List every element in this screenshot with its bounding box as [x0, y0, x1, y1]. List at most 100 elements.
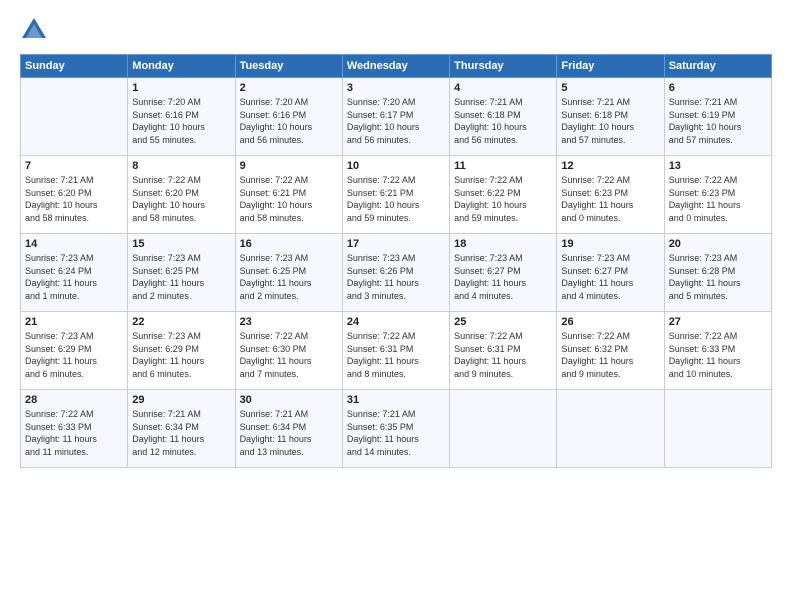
column-header-saturday: Saturday: [664, 55, 771, 78]
calendar-cell: 5Sunrise: 7:21 AM Sunset: 6:18 PM Daylig…: [557, 78, 664, 156]
day-info: Sunrise: 7:22 AM Sunset: 6:33 PM Dayligh…: [669, 330, 767, 380]
day-number: 27: [669, 316, 767, 328]
calendar-cell: 20 Sunrise: 7:23 AM Sunset: 6:28 PM Dayli…: [664, 234, 771, 312]
day-info: Sunrise: 7:23 AM Sunset: 6:29 PM Dayligh…: [25, 330, 123, 380]
day-number: 20: [669, 238, 767, 250]
day-info: Sunrise: 7:23 AM Sunset: 6:25 PM Dayligh…: [132, 252, 230, 302]
calendar-cell: 28 Sunrise: 7:22 AM Sunset: 6:33 PM Dayli…: [21, 390, 128, 468]
calendar-cell: 26 Sunrise: 7:22 AM Sunset: 6:32 PM Dayli…: [557, 312, 664, 390]
calendar-cell: [450, 390, 557, 468]
day-info: Sunrise: 7:21 AM Sunset: 6:34 PM Dayligh…: [240, 408, 338, 458]
day-number: 18: [454, 238, 552, 250]
day-info: Sunrise: 7:20 AM Sunset: 6:17 PM Dayligh…: [347, 96, 445, 146]
day-info: Sunrise: 7:21 AM Sunset: 6:35 PM Dayligh…: [347, 408, 445, 458]
calendar-cell: 9 Sunrise: 7:22 AM Sunset: 6:21 PM Daylig…: [235, 156, 342, 234]
calendar-cell: 30Sunrise: 7:21 AM Sunset: 6:34 PM Dayli…: [235, 390, 342, 468]
week-row-2: 7 Sunrise: 7:21 AM Sunset: 6:20 PM Daylig…: [21, 156, 772, 234]
calendar-cell: 14 Sunrise: 7:23 AM Sunset: 6:24 PM Dayli…: [21, 234, 128, 312]
day-number: 11: [454, 160, 552, 172]
calendar-cell: 23 Sunrise: 7:22 AM Sunset: 6:30 PM Dayli…: [235, 312, 342, 390]
day-number: 14: [25, 238, 123, 250]
day-info: Sunrise: 7:21 AM Sunset: 6:18 PM Dayligh…: [561, 96, 659, 146]
day-info: Sunrise: 7:20 AM Sunset: 6:16 PM Dayligh…: [132, 96, 230, 146]
calendar-cell: 1 Sunrise: 7:20 AM Sunset: 6:16 PM Daylig…: [128, 78, 235, 156]
day-number: 28: [25, 394, 123, 406]
calendar-table: SundayMondayTuesdayWednesdayThursdayFrid…: [20, 54, 772, 468]
day-info: Sunrise: 7:21 AM Sunset: 6:34 PM Dayligh…: [132, 408, 230, 458]
day-number: 21: [25, 316, 123, 328]
day-info: Sunrise: 7:23 AM Sunset: 6:24 PM Dayligh…: [25, 252, 123, 302]
day-info: Sunrise: 7:23 AM Sunset: 6:28 PM Dayligh…: [669, 252, 767, 302]
day-info: Sunrise: 7:22 AM Sunset: 6:20 PM Dayligh…: [132, 174, 230, 224]
day-number: 8: [132, 160, 230, 172]
calendar-cell: 18 Sunrise: 7:23 AM Sunset: 6:27 PM Dayli…: [450, 234, 557, 312]
column-header-wednesday: Wednesday: [342, 55, 449, 78]
column-header-friday: Friday: [557, 55, 664, 78]
day-info: Sunrise: 7:22 AM Sunset: 6:23 PM Dayligh…: [561, 174, 659, 224]
day-info: Sunrise: 7:22 AM Sunset: 6:22 PM Dayligh…: [454, 174, 552, 224]
calendar-cell: [557, 390, 664, 468]
day-info: Sunrise: 7:22 AM Sunset: 6:23 PM Dayligh…: [669, 174, 767, 224]
day-number: 12: [561, 160, 659, 172]
week-row-4: 21 Sunrise: 7:23 AM Sunset: 6:29 PM Dayli…: [21, 312, 772, 390]
day-info: Sunrise: 7:23 AM Sunset: 6:29 PM Dayligh…: [132, 330, 230, 380]
calendar-cell: 11 Sunrise: 7:22 AM Sunset: 6:22 PM Dayli…: [450, 156, 557, 234]
day-number: 9: [240, 160, 338, 172]
calendar-cell: 29Sunrise: 7:21 AM Sunset: 6:34 PM Dayli…: [128, 390, 235, 468]
day-info: Sunrise: 7:20 AM Sunset: 6:16 PM Dayligh…: [240, 96, 338, 146]
header: [20, 16, 772, 44]
day-info: Sunrise: 7:22 AM Sunset: 6:21 PM Dayligh…: [347, 174, 445, 224]
day-number: 31: [347, 394, 445, 406]
day-number: 10: [347, 160, 445, 172]
calendar-cell: 3 Sunrise: 7:20 AM Sunset: 6:17 PM Daylig…: [342, 78, 449, 156]
calendar-cell: [21, 78, 128, 156]
day-number: 3: [347, 82, 445, 94]
calendar-cell: 7 Sunrise: 7:21 AM Sunset: 6:20 PM Daylig…: [21, 156, 128, 234]
calendar-cell: 25Sunrise: 7:22 AM Sunset: 6:31 PM Dayli…: [450, 312, 557, 390]
week-row-3: 14 Sunrise: 7:23 AM Sunset: 6:24 PM Dayli…: [21, 234, 772, 312]
day-number: 2: [240, 82, 338, 94]
calendar-cell: 2 Sunrise: 7:20 AM Sunset: 6:16 PM Daylig…: [235, 78, 342, 156]
day-info: Sunrise: 7:21 AM Sunset: 6:20 PM Dayligh…: [25, 174, 123, 224]
calendar-cell: 15 Sunrise: 7:23 AM Sunset: 6:25 PM Dayli…: [128, 234, 235, 312]
day-info: Sunrise: 7:22 AM Sunset: 6:21 PM Dayligh…: [240, 174, 338, 224]
day-number: 15: [132, 238, 230, 250]
day-number: 4: [454, 82, 552, 94]
column-header-thursday: Thursday: [450, 55, 557, 78]
week-row-5: 28 Sunrise: 7:22 AM Sunset: 6:33 PM Dayli…: [21, 390, 772, 468]
day-number: 22: [132, 316, 230, 328]
day-number: 6: [669, 82, 767, 94]
column-header-sunday: Sunday: [21, 55, 128, 78]
day-info: Sunrise: 7:22 AM Sunset: 6:32 PM Dayligh…: [561, 330, 659, 380]
calendar-cell: 27 Sunrise: 7:22 AM Sunset: 6:33 PM Dayli…: [664, 312, 771, 390]
day-number: 16: [240, 238, 338, 250]
day-info: Sunrise: 7:23 AM Sunset: 6:26 PM Dayligh…: [347, 252, 445, 302]
calendar-cell: 4Sunrise: 7:21 AM Sunset: 6:18 PM Daylig…: [450, 78, 557, 156]
week-row-1: 1 Sunrise: 7:20 AM Sunset: 6:16 PM Daylig…: [21, 78, 772, 156]
day-info: Sunrise: 7:23 AM Sunset: 6:27 PM Dayligh…: [561, 252, 659, 302]
day-number: 25: [454, 316, 552, 328]
day-info: Sunrise: 7:23 AM Sunset: 6:25 PM Dayligh…: [240, 252, 338, 302]
calendar-cell: 12 Sunrise: 7:22 AM Sunset: 6:23 PM Dayli…: [557, 156, 664, 234]
day-info: Sunrise: 7:23 AM Sunset: 6:27 PM Dayligh…: [454, 252, 552, 302]
column-headers: SundayMondayTuesdayWednesdayThursdayFrid…: [21, 55, 772, 78]
column-header-tuesday: Tuesday: [235, 55, 342, 78]
day-number: 7: [25, 160, 123, 172]
calendar-cell: 22 Sunrise: 7:23 AM Sunset: 6:29 PM Dayli…: [128, 312, 235, 390]
calendar-cell: 19Sunrise: 7:23 AM Sunset: 6:27 PM Dayli…: [557, 234, 664, 312]
day-info: Sunrise: 7:22 AM Sunset: 6:33 PM Dayligh…: [25, 408, 123, 458]
day-info: Sunrise: 7:22 AM Sunset: 6:30 PM Dayligh…: [240, 330, 338, 380]
column-header-monday: Monday: [128, 55, 235, 78]
logo-icon: [20, 16, 48, 44]
day-info: Sunrise: 7:22 AM Sunset: 6:31 PM Dayligh…: [347, 330, 445, 380]
day-number: 23: [240, 316, 338, 328]
page: SundayMondayTuesdayWednesdayThursdayFrid…: [0, 0, 792, 612]
calendar-cell: 24Sunrise: 7:22 AM Sunset: 6:31 PM Dayli…: [342, 312, 449, 390]
calendar-cell: 10 Sunrise: 7:22 AM Sunset: 6:21 PM Dayli…: [342, 156, 449, 234]
day-number: 1: [132, 82, 230, 94]
calendar-cell: 21 Sunrise: 7:23 AM Sunset: 6:29 PM Dayli…: [21, 312, 128, 390]
calendar-cell: 8 Sunrise: 7:22 AM Sunset: 6:20 PM Daylig…: [128, 156, 235, 234]
day-number: 26: [561, 316, 659, 328]
calendar-cell: 16 Sunrise: 7:23 AM Sunset: 6:25 PM Dayli…: [235, 234, 342, 312]
day-info: Sunrise: 7:21 AM Sunset: 6:19 PM Dayligh…: [669, 96, 767, 146]
